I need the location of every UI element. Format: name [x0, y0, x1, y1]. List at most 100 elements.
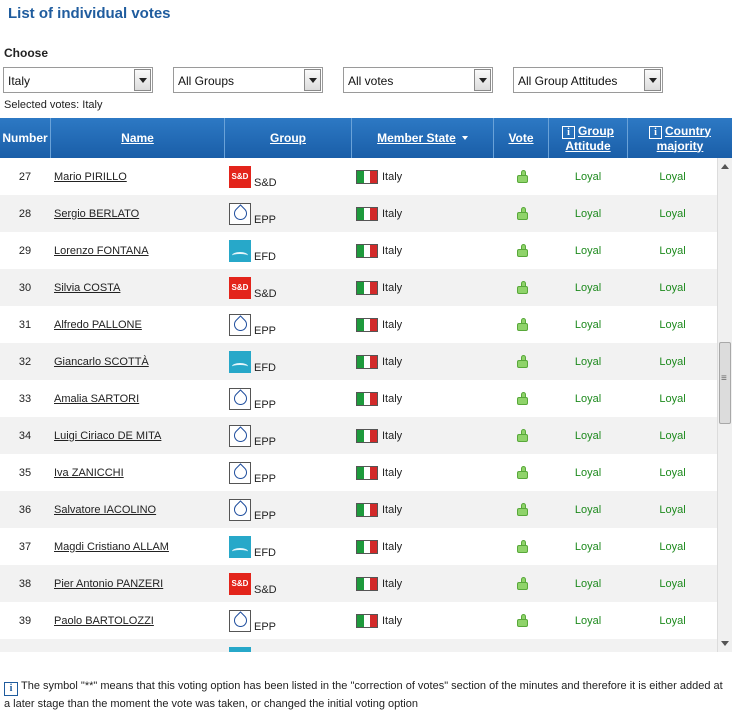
member-name-link[interactable]: Lorenzo FONTANA [54, 232, 224, 269]
member-name-link[interactable]: Sergio BERLATO [54, 195, 224, 232]
group-name: EPP [254, 509, 277, 522]
thumbs-up-icon [515, 466, 529, 479]
group-select[interactable]: All Groups [173, 67, 323, 93]
group-name: EFD [254, 361, 276, 374]
italy-flag-icon [356, 317, 378, 332]
member-name-link[interactable]: Pier Antonio PANZERI [54, 565, 224, 602]
country-majority: Loyal [659, 466, 686, 479]
epp-group-logo [229, 387, 251, 410]
group-name: EPP [254, 620, 277, 633]
column-header-country-majority[interactable]: i Country majority [628, 118, 732, 158]
member-name-link[interactable]: Amalia SARTORI [54, 380, 224, 417]
member-name-link[interactable]: Alfredo PALLONE [54, 306, 224, 343]
country-majority: Loyal [659, 244, 686, 257]
country-select[interactable]: Italy [3, 67, 153, 93]
table-row: 35 Iva ZANICCHI EPP Italy Loyal Loyal [0, 454, 717, 491]
column-group-label[interactable]: Group [270, 131, 306, 145]
info-icon[interactable]: i [649, 125, 662, 139]
chevron-down-icon[interactable] [474, 69, 491, 91]
italy-flag-icon [356, 280, 378, 295]
italy-flag-icon [356, 465, 378, 480]
country-majority: Loyal [659, 170, 686, 183]
country-majority: Loyal [659, 318, 686, 331]
row-number: 27 [18, 170, 32, 183]
member-name-link[interactable]: Magdi Cristiano ALLAM [54, 528, 224, 565]
votes-table-body: 27 Mario PIRILLO S&D S&D Italy Loyal Loyal 28 Se… [0, 158, 717, 652]
chevron-down-icon[interactable] [304, 69, 321, 91]
column-state-label[interactable]: Member State [377, 131, 456, 145]
group-cell: EPP [229, 454, 349, 491]
efd-group-logo [229, 239, 251, 262]
scrollbar-thumb[interactable] [719, 342, 731, 424]
group-cell: S&D S&D [229, 158, 349, 195]
group-name: EPP [254, 398, 277, 411]
group-attitude: Loyal [574, 540, 602, 553]
group-cell: EFD [229, 343, 349, 380]
group-cell: EPP [229, 380, 349, 417]
italy-flag-icon [356, 613, 378, 628]
member-state-cell: Italy [356, 602, 491, 639]
table-row: 30 Silvia COSTA S&D S&D Italy Loyal Loyal [0, 269, 717, 306]
member-state-name: Italy [382, 355, 403, 368]
table-scrollbar[interactable] [717, 158, 732, 652]
member-name-link[interactable]: Salvatore IACOLINO [54, 491, 224, 528]
efd-group-logo [229, 535, 251, 558]
epp-group-logo [229, 424, 251, 447]
table-row [0, 639, 717, 652]
group-attitude: Loyal [574, 392, 602, 405]
scroll-up-arrow-icon[interactable] [721, 164, 729, 169]
info-icon[interactable]: i [562, 125, 575, 139]
vote-select[interactable]: All votes [343, 67, 493, 93]
group-name: S&D [254, 287, 277, 300]
group-attitude [549, 639, 627, 652]
column-header-name[interactable]: Name [51, 118, 225, 158]
column-header-group-attitude[interactable]: i Group Attitude [549, 118, 628, 158]
vote-cell [495, 306, 548, 343]
page-title: List of individual votes [8, 5, 171, 22]
member-name-link[interactable] [54, 639, 224, 652]
thumbs-up-icon [515, 577, 529, 590]
member-name-link[interactable]: Paolo BARTOLOZZI [54, 602, 224, 639]
group-attitude: Loyal [574, 281, 602, 294]
member-name-link[interactable]: Luigi Ciriaco DE MITA [54, 417, 224, 454]
member-name-link[interactable]: Giancarlo SCOTTÀ [54, 343, 224, 380]
member-state-name: Italy [382, 429, 403, 442]
country-select-value: Italy [8, 74, 31, 88]
column-name-label[interactable]: Name [121, 131, 154, 145]
thumbs-up-icon [515, 392, 529, 405]
chevron-down-icon[interactable] [644, 69, 661, 91]
italy-flag-icon [356, 243, 378, 258]
attitude-select-value: All Group Attitudes [518, 74, 618, 88]
vote-cell [495, 380, 548, 417]
group-name: EFD [254, 250, 276, 263]
group-attitude: Loyal [574, 170, 602, 183]
member-state-name: Italy [382, 244, 403, 257]
attitude-select[interactable]: All Group Attitudes [513, 67, 663, 93]
chevron-down-icon[interactable] [134, 69, 151, 91]
column-vote-label[interactable]: Vote [508, 131, 533, 145]
table-row: 34 Luigi Ciriaco DE MITA EPP Italy Loyal Loya… [0, 417, 717, 454]
sort-down-icon[interactable] [461, 136, 468, 140]
column-header-vote[interactable]: Vote [494, 118, 549, 158]
member-name-link[interactable]: Silvia COSTA [54, 269, 224, 306]
group-cell: S&D S&D [229, 269, 349, 306]
group-cell: EPP [229, 417, 349, 454]
member-name-link[interactable]: Mario PIRILLO [54, 158, 224, 195]
thumbs-up-icon [515, 540, 529, 553]
table-row: 27 Mario PIRILLO S&D S&D Italy Loyal Loyal [0, 158, 717, 195]
column-majority-label[interactable]: Country majority [657, 124, 711, 153]
row-number: 38 [18, 577, 32, 590]
member-name-link[interactable]: Iva ZANICCHI [54, 454, 224, 491]
row-number: 36 [18, 503, 32, 516]
column-header-group[interactable]: Group [225, 118, 352, 158]
info-icon: i [4, 682, 18, 696]
group-name: EFD [254, 546, 276, 559]
vote-select-value: All votes [348, 74, 394, 88]
thumbs-up-icon [515, 503, 529, 516]
scroll-down-arrow-icon[interactable] [721, 641, 729, 646]
row-number: 30 [18, 281, 32, 294]
table-row: 36 Salvatore IACOLINO EPP Italy Loyal Loyal [0, 491, 717, 528]
vote-cell [495, 454, 548, 491]
column-header-member-state[interactable]: Member State [352, 118, 494, 158]
country-majority: Loyal [659, 392, 686, 405]
